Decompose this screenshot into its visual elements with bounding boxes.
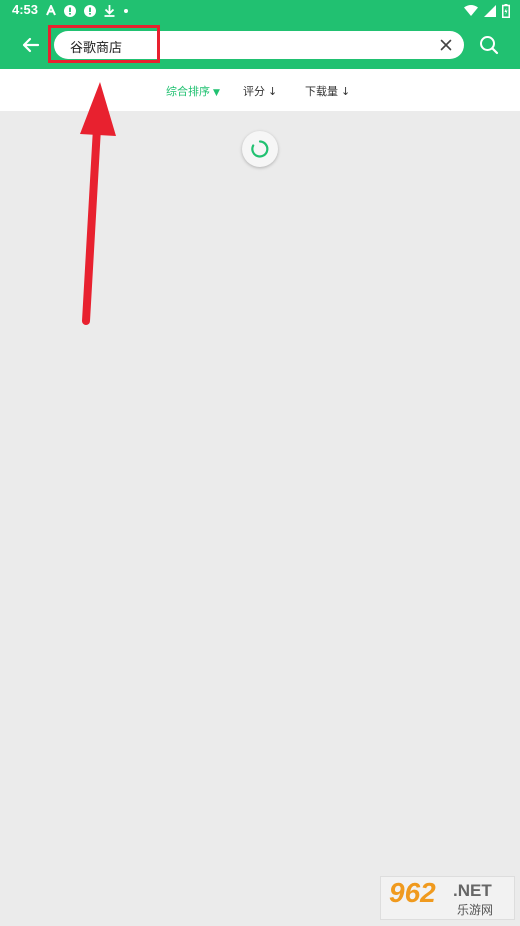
sort-tab-rating[interactable]: 评分 ↓: [243, 83, 277, 99]
search-icon[interactable]: [478, 34, 500, 56]
arrow-down-icon: ↓: [341, 85, 351, 98]
loading-spinner: [242, 131, 278, 167]
status-notification-icons: [46, 3, 129, 18]
wifi-icon: [464, 5, 478, 16]
watermark-net: .NET: [453, 881, 492, 900]
download-icon: [104, 4, 115, 17]
back-arrow-icon[interactable]: [18, 32, 44, 58]
caret-down-icon: ▼: [213, 88, 220, 98]
status-time: 4:53: [12, 2, 39, 17]
sort-tab-label: 综合排序: [166, 85, 210, 98]
signal-icon: [484, 4, 496, 17]
arrow-down-icon: ↓: [268, 85, 278, 98]
dot-icon: [124, 8, 128, 13]
watermark-site-name: 乐游网: [457, 903, 494, 917]
sort-tab-label: 下载量: [305, 85, 338, 98]
status-bar: 4:53: [0, 0, 520, 21]
watermark-number: 962: [389, 877, 436, 908]
sort-tab-downloads[interactable]: 下载量 ↓: [305, 83, 350, 99]
sort-tab-label: 评分: [243, 85, 265, 98]
site-watermark: 962 .NET 乐游网: [380, 876, 515, 920]
clear-icon[interactable]: [438, 37, 454, 53]
status-system-icons: [464, 3, 510, 18]
sort-tab-overall[interactable]: 综合排序 ▼: [166, 83, 220, 99]
alert-icon: [64, 4, 76, 17]
spinner-icon: [251, 140, 269, 158]
text-a-icon: [46, 5, 56, 16]
alert-icon: [84, 4, 96, 17]
sort-bar: 综合排序 ▼ 评分 ↓ 下载量 ↓: [0, 69, 520, 111]
annotation-highlight-box: [48, 25, 160, 63]
battery-charging-icon: [502, 3, 510, 18]
